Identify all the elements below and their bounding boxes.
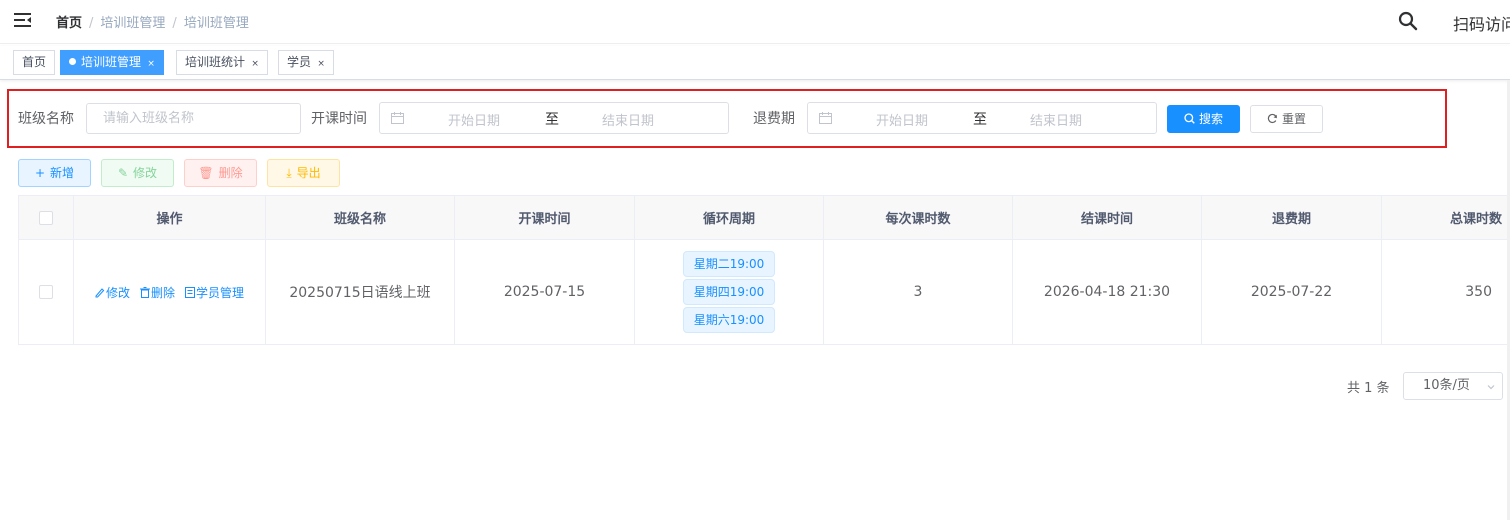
range-separator: 至 <box>973 112 987 128</box>
row-delete-link[interactable]: 删除 <box>139 285 175 300</box>
breadcrumb-level2: 培训班管理 <box>183 16 249 31</box>
close-icon[interactable]: × <box>317 53 325 74</box>
edit-button-label: 修改 <box>133 166 158 180</box>
tag-training-class-statistics[interactable]: 培训班统计 × <box>176 50 269 75</box>
active-dot-icon <box>69 58 76 65</box>
start-time-label: 开课时间 <box>311 111 367 127</box>
edit-icon: ✎ <box>117 166 129 180</box>
table-cell-hours-per-class: 3 <box>824 240 1013 345</box>
top-navbar: 首页 / 培训班管理 / 培训班管理 扫码访问 <box>0 0 1510 44</box>
trash-icon <box>139 286 150 298</box>
column-header: 开课时间 <box>455 196 635 240</box>
tag-label: 首页 <box>22 55 47 69</box>
refund-period-label: 退费期 <box>753 111 795 127</box>
end-date-placeholder[interactable]: 结束日期 <box>1030 110 1082 129</box>
table-cell-total-hours: 350 <box>1382 240 1510 345</box>
cycle-tag: 星期四19:00 <box>682 279 776 305</box>
table-cell-class-name: 20250715日语线上班 <box>266 240 455 345</box>
refund-date-range[interactable]: 开始日期 至 结束日期 <box>807 102 1157 134</box>
column-header: 班级名称 <box>266 196 455 240</box>
breadcrumb-level1: 培训班管理 <box>100 16 166 31</box>
start-time-date-range[interactable]: 开始日期 至 结束日期 <box>379 102 729 134</box>
edit-button[interactable]: ✎ 修改 <box>101 159 174 187</box>
scan-access-button[interactable]: 扫码访问 <box>1453 11 1510 35</box>
cycle-tag: 星期六19:00 <box>682 307 776 333</box>
page-size-select[interactable]: 10条/页 <box>1403 372 1503 400</box>
table-cell-actions: 修改 删除 学员管理 <box>74 240 266 345</box>
pagination-total: 共 1 条 <box>1347 381 1390 396</box>
class-table: 操作 班级名称 开课时间 循环周期 每次课时数 结课时间 退费期 总课时数 修改… <box>18 195 1510 345</box>
class-name-label: 班级名称 <box>18 111 74 127</box>
delete-button[interactable]: 🗑 删除 <box>184 159 257 187</box>
row-checkbox[interactable] <box>39 285 53 299</box>
cycle-tag: 星期二19:00 <box>682 251 776 277</box>
tag-home[interactable]: 首页 <box>13 50 56 75</box>
add-button-label: 新增 <box>50 166 75 180</box>
column-header: 操作 <box>74 196 266 240</box>
search-button[interactable]: 搜索 <box>1167 105 1240 133</box>
row-students-label: 学员管理 <box>196 285 245 300</box>
table-cell-start-date: 2025-07-15 <box>455 240 635 345</box>
column-header: 退费期 <box>1202 196 1382 240</box>
row-edit-label: 修改 <box>105 285 130 300</box>
delete-button-label: 删除 <box>218 166 243 180</box>
export-button-label: 导出 <box>296 166 321 180</box>
edit-icon <box>95 287 105 297</box>
search-button-label: 搜索 <box>1198 112 1223 126</box>
tag-label: 培训班统计 <box>185 55 246 69</box>
table-cell-cycle: 星期二19:00 星期四19:00 星期六19:00 <box>635 240 824 345</box>
class-name-input[interactable]: 请输入班级名称 <box>86 103 301 134</box>
row-checkbox-cell <box>19 240 74 345</box>
cycle-tag-list: 星期二19:00 星期四19:00 星期六19:00 <box>682 251 776 333</box>
document-icon <box>185 286 195 298</box>
tag-label: 学员 <box>287 55 312 69</box>
chevron-down-icon <box>1487 385 1495 390</box>
tag-label: 培训班管理 <box>81 55 142 69</box>
search-icon[interactable] <box>1398 11 1418 31</box>
reset-button-label: 重置 <box>1281 112 1306 126</box>
add-button[interactable]: + 新增 <box>18 159 91 187</box>
close-icon[interactable]: × <box>251 53 259 74</box>
tags-view: 首页 培训班管理 × 培训班统计 × 学员 × <box>0 46 1510 80</box>
tag-students[interactable]: 学员 × <box>278 50 335 75</box>
row-delete-label: 删除 <box>150 285 175 300</box>
calendar-icon <box>391 112 404 124</box>
page-size-value: 10条/页 <box>1423 378 1470 393</box>
header-checkbox-cell <box>19 196 74 240</box>
plus-icon: + <box>34 166 46 180</box>
row-actions: 修改 删除 学员管理 <box>90 284 249 301</box>
row-students-link[interactable]: 学员管理 <box>185 286 244 300</box>
start-date-placeholder[interactable]: 开始日期 <box>876 110 928 129</box>
hamburger-menu-icon[interactable] <box>14 12 32 28</box>
export-button[interactable]: ⤓ 导出 <box>267 159 340 187</box>
end-date-placeholder[interactable]: 结束日期 <box>602 110 654 129</box>
close-icon[interactable]: × <box>147 53 155 74</box>
trash-icon: 🗑 <box>198 166 214 180</box>
column-header: 循环周期 <box>635 196 824 240</box>
refresh-icon <box>1267 113 1277 124</box>
breadcrumb-separator: / <box>89 16 94 31</box>
select-all-checkbox[interactable] <box>39 210 53 225</box>
breadcrumb-separator: / <box>172 16 177 31</box>
breadcrumb: 首页 / 培训班管理 / 培训班管理 <box>56 12 249 31</box>
download-icon: ⤓ <box>286 166 292 180</box>
tag-training-class-management[interactable]: 培训班管理 × <box>60 50 165 75</box>
column-header: 总课时数 <box>1382 196 1510 240</box>
column-header: 每次课时数 <box>824 196 1013 240</box>
column-header: 结课时间 <box>1013 196 1202 240</box>
table-cell-end-time: 2026-04-18 21:30 <box>1013 240 1202 345</box>
range-separator: 至 <box>545 112 559 128</box>
calendar-icon <box>819 112 832 124</box>
breadcrumb-home[interactable]: 首页 <box>56 16 82 31</box>
table-cell-refund-date: 2025-07-22 <box>1202 240 1382 345</box>
start-date-placeholder[interactable]: 开始日期 <box>448 110 500 129</box>
row-edit-link[interactable]: 修改 <box>95 286 130 300</box>
reset-button[interactable]: 重置 <box>1250 105 1323 133</box>
search-icon <box>1184 113 1195 124</box>
